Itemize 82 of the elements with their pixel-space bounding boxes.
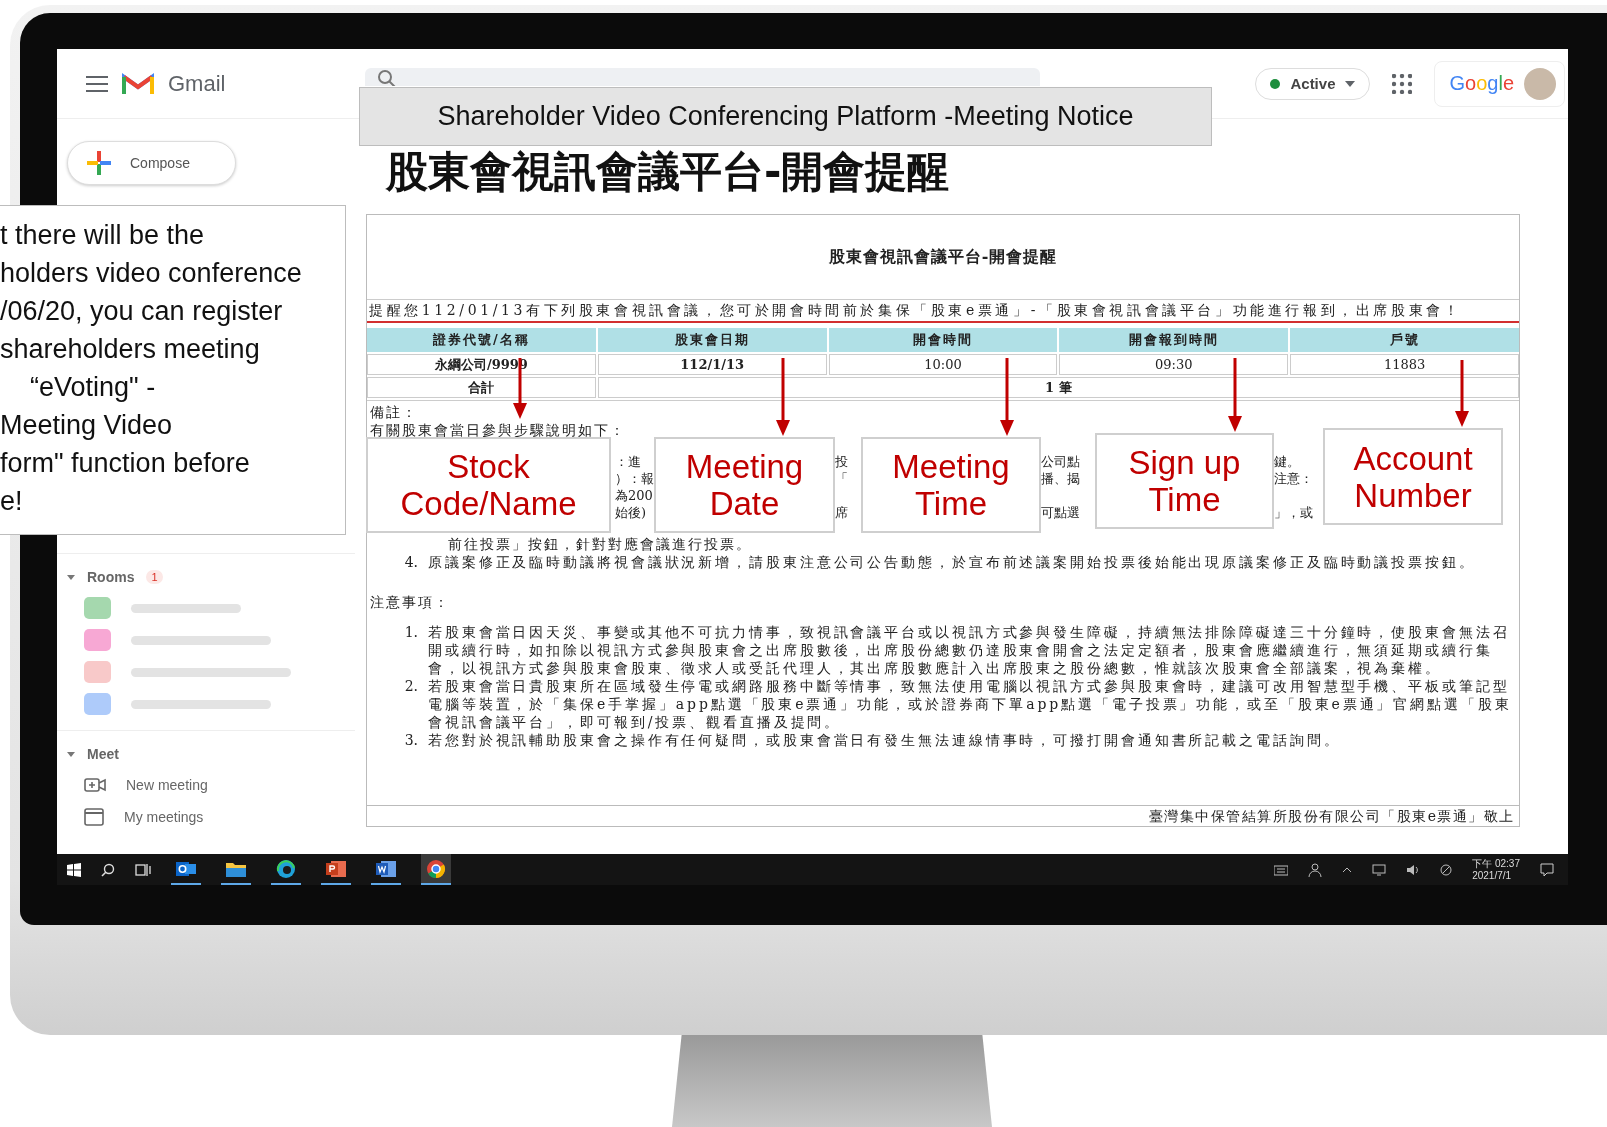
signature-text: 臺灣集中保管結算所股份有限公司「股東e票通」敬上 <box>1148 808 1515 824</box>
cautions-label: 注意事項： <box>370 593 451 611</box>
remarks-label: 備註： <box>370 403 419 421</box>
reminder-text: 提醒您112/01/13有下列股東會視訊會議，您可於開會時間前於集保「股東e票通」-「股東會視訊會議平台」功能進行報到，出席股東會！ <box>367 300 1519 323</box>
list-number: 2. <box>403 677 419 696</box>
meet-menu-item[interactable]: New meeting <box>57 769 355 801</box>
collapse-caret-icon[interactable] <box>67 751 75 757</box>
task-view-icon[interactable] <box>135 862 151 877</box>
partial-text: 「 <box>835 470 849 487</box>
column-header: 戶號 <box>1290 328 1519 352</box>
callout-label: Sign up Time <box>1095 433 1274 529</box>
brand-wordmark: Google <box>1449 72 1514 95</box>
list-number: 4. <box>403 553 419 571</box>
column-header: 股東會日期 <box>597 328 827 352</box>
apps-grid-icon[interactable] <box>1392 73 1413 94</box>
plus-icon <box>86 150 112 176</box>
page-title: 股東會視訊會議平台-開會提醒 <box>386 147 951 197</box>
callout-text: t there will be the holders video conference /06/20, you can register shareholders meeting “eVoting" - Meeting Video form" function before e! <box>0 219 303 518</box>
partial-text: 鍵。 <box>1274 453 1301 470</box>
network-icon[interactable] <box>1372 863 1387 876</box>
app-name: Gmail <box>168 70 226 97</box>
mail-logo-icon <box>122 71 154 96</box>
section-title[interactable]: Rooms <box>87 569 135 585</box>
partial-text: ：進 <box>615 453 642 470</box>
partial-text: 始後) <box>615 504 648 521</box>
calendar-icon <box>84 808 104 826</box>
column-header: 開會時間 <box>828 328 1058 352</box>
compose-button[interactable]: Compose <box>67 141 236 185</box>
people-icon[interactable] <box>1308 862 1323 877</box>
partial-text: 席 <box>835 504 849 521</box>
notice-heading: 股東會視訊會議平台-開會提醒 <box>828 246 1058 268</box>
tray-up-icon[interactable] <box>1342 866 1353 873</box>
speaker-icon[interactable] <box>1406 863 1421 876</box>
partial-text: 為200 <box>615 487 654 504</box>
partial-text: 」，或 <box>1274 504 1314 521</box>
menu-icon[interactable] <box>86 75 108 92</box>
chrome-icon[interactable] <box>421 854 451 885</box>
callout-label: Meeting Date <box>654 437 835 533</box>
partial-text: 注意： <box>1274 470 1314 487</box>
callout-label: Account Number <box>1323 428 1503 525</box>
steps-intro: 有關股東會當日參與步驟說明如下： <box>370 421 627 439</box>
column-header: 證券代號/名稱 <box>367 328 596 352</box>
keyboard-icon[interactable] <box>1274 863 1289 876</box>
column-header: 開會報到時間 <box>1059 328 1289 352</box>
down-arrow <box>1455 360 1469 427</box>
search-icon[interactable] <box>101 862 115 877</box>
section-title[interactable]: Meet <box>87 746 119 762</box>
list-number: 1. <box>403 623 419 642</box>
table-cell: 10:00 <box>828 354 1058 375</box>
windows-icon[interactable] <box>67 862 81 877</box>
table-cell: 11883 <box>1290 354 1519 375</box>
title-banner: Shareholder Video Conferencing Platform -Meeting Notice <box>359 87 1212 146</box>
caret-icon <box>1345 80 1356 87</box>
search-icon <box>377 69 397 86</box>
search-field[interactable] <box>365 68 1040 86</box>
clock-date[interactable]: 2021/7/1 <box>1472 869 1520 882</box>
partial-text: 投 <box>835 453 849 470</box>
total-label: 合計 <box>367 377 596 398</box>
partial-text: ）：報 <box>615 470 654 487</box>
total-value: 1 筆 <box>597 377 1519 398</box>
account-card[interactable]: Google <box>1434 60 1565 107</box>
table-cell: 112/1/13 <box>597 354 827 375</box>
caution-text: 若股東會當日貴股東所在區域發生停電或網路服務中斷等情事，致無法使用電腦以視訊方式參與股東會時，建議可改用智慧型手機、平板或筆記型電腦等裝置，於「集保e手掌握」app點選「股東e票通」功能，或於證券商下單app點選「電子投票」功能，或至「股東e票通」官網點選「股東會視訊會議平台」，即可報到/投票、觀看直播及提問。 <box>428 677 1513 731</box>
meet-menu-item[interactable]: My meetings <box>57 801 355 833</box>
partial-text: 公司點 <box>1041 453 1081 470</box>
collapse-caret-icon[interactable] <box>67 574 75 580</box>
step-text: 原議案修正及臨時動議將視會議狀況新增，請股東注意公司公告動態，於宣布前述議案開始投票後始能出現原議案修正及臨時動議投票按鈕。 <box>428 553 1477 571</box>
video-plus-icon <box>84 777 106 793</box>
caution-text: 若股東會當日因天災、事變或其他不可抗力情事，致視訊會議平台或以視訊方式參與發生障礙，持續無法排除障礙達三十分鐘時，使股東會無法召開或續行時，如扣除以視訊方式參與股東會之出席股數後，出席股份總數仍達股東會開會之法定定額者，股東會應繼續進行，無須延期或續行集會，以視訊方式參與股東會股東、徵求人或受託代理人，其出席股數應計入出席股東之股份總數，惟就該次股東會全部議案，視為棄權。 <box>428 623 1511 677</box>
caution-text: 若您對於視訊輔助股東會之操作有任何疑問，或股東會當日有發生無法連線情事時，可撥打開會通知書所記載之電話詢問。 <box>428 731 1342 749</box>
step-text: 前往投票」按鈕，針對對應會議進行投票。 <box>447 535 753 553</box>
partial-text: 可點選 <box>1041 504 1081 521</box>
list-number: 3. <box>403 731 419 749</box>
callout-label: Meeting Time <box>861 437 1041 533</box>
table-cell: 09:30 <box>1059 354 1289 375</box>
status-button[interactable]: Active <box>1255 67 1371 100</box>
clock-time[interactable]: 下午 02:37 <box>1472 857 1520 870</box>
partial-text: 播、揭 <box>1041 470 1081 487</box>
callout-label: Stock Code/Name <box>366 437 611 533</box>
notification-icon[interactable] <box>1540 862 1554 877</box>
blocked-icon[interactable] <box>1440 863 1453 876</box>
count-badge: 1 <box>146 570 163 584</box>
